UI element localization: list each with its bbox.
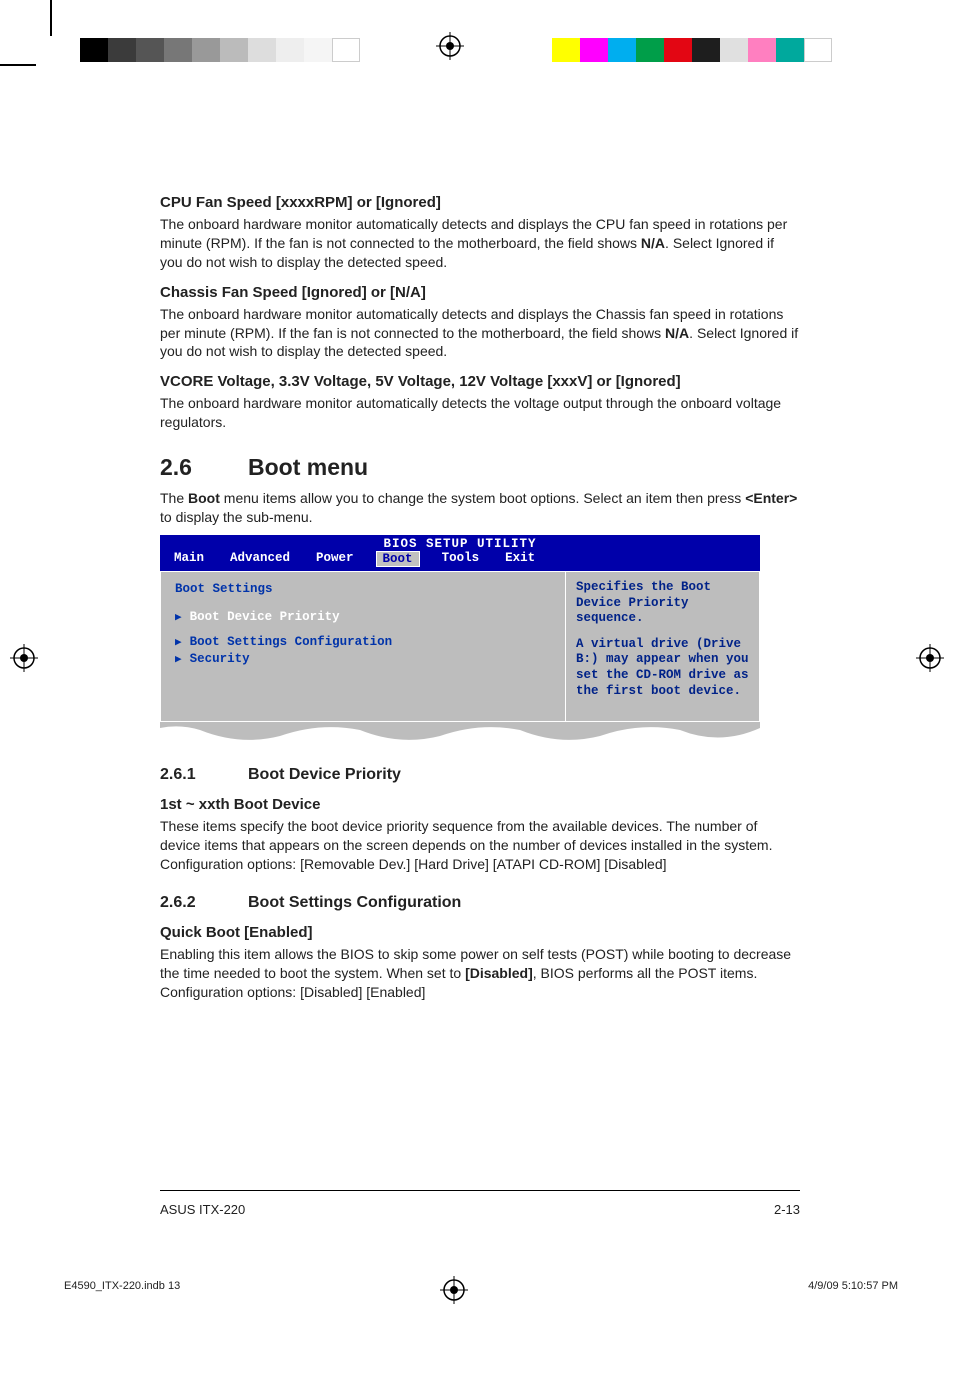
heading-quick-boot: Quick Boot [Enabled] xyxy=(160,924,800,941)
bios-tab-boot: Boot xyxy=(376,551,420,567)
bios-item-label: Boot Device Priority xyxy=(190,610,340,624)
heading-boot-menu: 2.6Boot menu xyxy=(160,454,800,481)
heading-262: 2.6.2Boot Settings Configuration xyxy=(160,894,800,912)
bold-text: [Disabled] xyxy=(465,965,533,981)
bios-tab-main: Main xyxy=(170,551,208,567)
section-title: Boot menu xyxy=(248,454,368,480)
bios-tab-advanced: Advanced xyxy=(226,551,294,567)
heading-chassis-fan: Chassis Fan Speed [Ignored] or [N/A] xyxy=(160,284,800,301)
bios-tab-exit: Exit xyxy=(501,551,539,567)
bold-text: Boot xyxy=(188,490,220,506)
heading-1st-boot-device: 1st ~ xxth Boot Device xyxy=(160,796,800,813)
print-metadata: E4590_ITX-220.indb 13 4/9/09 5:10:57 PM xyxy=(64,1280,898,1292)
para-261: These items specify the boot device prio… xyxy=(160,817,800,874)
page-footer: ASUS ITX-220 2-13 xyxy=(160,1202,800,1217)
section-number: 2.6.1 xyxy=(160,766,248,784)
footer-rule xyxy=(160,1190,800,1191)
section-number: 2.6 xyxy=(160,454,248,481)
bios-help-text: A virtual drive (Drive B:) may appear wh… xyxy=(576,637,751,700)
text: to display the sub-menu. xyxy=(160,509,313,525)
bios-item-label: Boot Settings Configuration xyxy=(190,635,393,649)
bios-tab-power: Power xyxy=(312,551,358,567)
triangle-right-icon: ▶ xyxy=(175,652,182,666)
bios-menu-bar: Main Advanced Power Boot Tools Exit xyxy=(160,551,760,571)
bold-text: N/A xyxy=(665,325,689,341)
triangle-right-icon: ▶ xyxy=(175,610,182,624)
text: menu items allow you to change the syste… xyxy=(220,490,745,506)
heading-vcore: VCORE Voltage, 3.3V Voltage, 5V Voltage,… xyxy=(160,373,800,390)
para-boot-intro: The Boot menu items allow you to change … xyxy=(160,489,800,527)
section-number: 2.6.2 xyxy=(160,894,248,912)
bios-title: BIOS SETUP UTILITY xyxy=(160,535,760,551)
section-title: Boot Device Priority xyxy=(248,766,401,783)
bold-text: N/A xyxy=(641,235,665,251)
bios-torn-edge xyxy=(160,722,800,746)
para-vcore: The onboard hardware monitor automatical… xyxy=(160,394,800,432)
meta-file: E4590_ITX-220.indb 13 xyxy=(64,1280,180,1292)
bios-item-boot-settings-config: ▶ Boot Settings Configuration xyxy=(175,635,555,649)
bios-help-text: Specifies the Boot Device Priority seque… xyxy=(576,580,751,627)
registration-bars xyxy=(0,36,954,64)
bold-text: <Enter> xyxy=(745,490,797,506)
bios-tab-tools: Tools xyxy=(438,551,484,567)
crop-mark xyxy=(50,0,52,36)
page-content: CPU Fan Speed [xxxxRPM] or [Ignored] The… xyxy=(160,182,800,1010)
heading-261: 2.6.1Boot Device Priority xyxy=(160,766,800,784)
para-chassis-fan: The onboard hardware monitor automatical… xyxy=(160,305,800,362)
text: The xyxy=(160,490,188,506)
triangle-right-icon: ▶ xyxy=(175,635,182,649)
bios-left-pane: Boot Settings ▶ Boot Device Priority ▶ B… xyxy=(160,571,565,722)
registration-target-icon xyxy=(10,644,38,672)
bios-panel-title: Boot Settings xyxy=(175,582,555,596)
registration-target-icon xyxy=(916,644,944,672)
crop-mark xyxy=(0,64,36,66)
bios-screenshot: BIOS SETUP UTILITY Main Advanced Power B… xyxy=(160,535,760,722)
para-cpu-fan: The onboard hardware monitor automatical… xyxy=(160,215,800,272)
para-262: Enabling this item allows the BIOS to sk… xyxy=(160,945,800,1002)
section-title: Boot Settings Configuration xyxy=(248,894,461,911)
heading-cpu-fan: CPU Fan Speed [xxxxRPM] or [Ignored] xyxy=(160,194,800,211)
meta-timestamp: 4/9/09 5:10:57 PM xyxy=(808,1280,898,1292)
bios-item-boot-device-priority: ▶ Boot Device Priority xyxy=(175,610,555,624)
bios-item-label: Security xyxy=(190,652,250,666)
bios-item-security: ▶ Security xyxy=(175,652,555,666)
registration-target-icon xyxy=(436,32,464,60)
bios-help-pane: Specifies the Boot Device Priority seque… xyxy=(565,571,760,722)
footer-product: ASUS ITX-220 xyxy=(160,1202,245,1217)
footer-page-num: 2-13 xyxy=(774,1202,800,1217)
